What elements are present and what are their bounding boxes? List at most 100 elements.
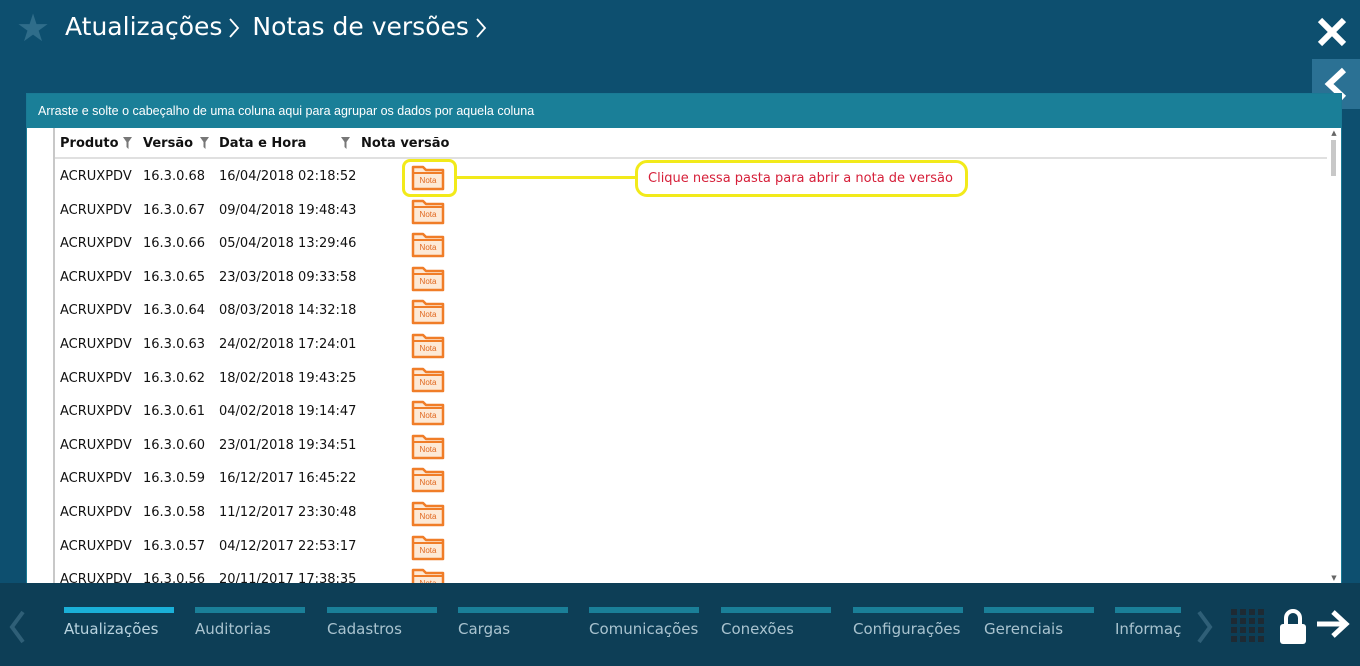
nav-item-cadastros[interactable]: Cadastros bbox=[327, 607, 437, 647]
column-header-data-hora[interactable]: Data e Hora bbox=[219, 136, 306, 151]
cell-data-hora: 16/12/2017 16:45:22 bbox=[219, 471, 357, 487]
folder-icon[interactable]: Nota bbox=[411, 297, 445, 325]
vertical-scrollbar[interactable]: ▲ ▼ bbox=[1327, 128, 1341, 583]
cell-produto: ACRUXPDV bbox=[60, 303, 132, 319]
folder-icon[interactable]: Nota bbox=[411, 499, 445, 527]
star-icon[interactable]: ★ bbox=[16, 9, 52, 47]
breadcrumb-item-atualizacoes[interactable]: Atualizações bbox=[65, 12, 222, 41]
column-header-versao[interactable]: Versão bbox=[143, 136, 193, 151]
filter-icon[interactable] bbox=[200, 137, 209, 149]
bottom-nav: Atualizações Auditorias Cadastros Cargas Com… bbox=[0, 583, 1360, 666]
arrow-right-icon[interactable] bbox=[1315, 609, 1351, 639]
table-row[interactable]: ACRUXPDV 16.3.0.67 09/04/2018 19:48:43 Nota bbox=[55, 193, 1327, 227]
nav-indicator bbox=[1115, 607, 1181, 613]
cell-versao: 16.3.0.68 bbox=[143, 169, 206, 184]
release-notes-panel: Arraste e solte o cabeçalho de uma colun… bbox=[26, 93, 1342, 583]
folder-icon[interactable]: Nota bbox=[411, 398, 445, 426]
cell-versao: 16.3.0.60 bbox=[143, 437, 206, 453]
folder-label: Nota bbox=[419, 411, 437, 421]
folder-icon[interactable]: Nota bbox=[411, 331, 445, 359]
cell-data-hora: 11/12/2017 23:30:48 bbox=[219, 504, 357, 520]
folder-icon[interactable]: Nota bbox=[411, 566, 445, 583]
table-row[interactable]: ACRUXPDV 16.3.0.59 16/12/2017 16:45:22 Nota bbox=[55, 461, 1327, 495]
group-by-hint[interactable]: Arraste e solte o cabeçalho de uma colun… bbox=[27, 94, 1341, 128]
table-row[interactable]: ACRUXPDV 16.3.0.60 23/01/2018 19:34:51 Nota bbox=[55, 428, 1327, 462]
nav-indicator bbox=[721, 607, 831, 613]
close-icon[interactable] bbox=[1314, 14, 1350, 50]
folder-icon[interactable]: Nota bbox=[411, 230, 445, 258]
grid-header: Produto Versão Data e Hora Nota versão bbox=[55, 128, 1327, 159]
cell-data-hora: 09/04/2018 19:48:43 bbox=[219, 202, 357, 218]
nav-indicator bbox=[589, 607, 699, 613]
cell-versao: 16.3.0.67 bbox=[143, 202, 206, 218]
column-header-produto[interactable]: Produto bbox=[60, 136, 119, 151]
highlight-box bbox=[402, 159, 457, 197]
scroll-up-icon[interactable]: ▲ bbox=[1329, 129, 1339, 137]
scroll-thumb[interactable] bbox=[1331, 140, 1336, 176]
table-row[interactable]: ACRUXPDV 16.3.0.61 04/02/2018 19:14:47 Nota bbox=[55, 394, 1327, 428]
nav-item-atualizacoes[interactable]: Atualizações bbox=[64, 607, 174, 647]
cell-data-hora: 04/12/2017 22:53:17 bbox=[219, 538, 357, 554]
nav-item-cargas[interactable]: Cargas bbox=[458, 607, 568, 647]
column-header-nota-versao[interactable]: Nota versão bbox=[361, 136, 449, 151]
chevron-right-icon[interactable] bbox=[1196, 609, 1214, 645]
cell-versao: 16.3.0.57 bbox=[143, 538, 206, 554]
nav-label: Auditorias bbox=[195, 620, 271, 638]
folder-icon[interactable]: Nota bbox=[411, 465, 445, 493]
table-row[interactable]: ACRUXPDV 16.3.0.62 18/02/2018 19:43:25 Nota bbox=[55, 361, 1327, 395]
breadcrumb-item-notas[interactable]: Notas de versões bbox=[252, 12, 468, 41]
table-row[interactable]: ACRUXPDV 16.3.0.68 16/04/2018 02:18:52 Nota… bbox=[55, 159, 1327, 197]
table-row[interactable]: ACRUXPDV 16.3.0.64 08/03/2018 14:32:18 Nota bbox=[55, 293, 1327, 327]
grid-icon[interactable] bbox=[1231, 609, 1265, 643]
chevron-left-icon[interactable] bbox=[8, 609, 26, 645]
cell-produto: ACRUXPDV bbox=[60, 236, 132, 252]
nav-item-comunicacoes[interactable]: Comunicações bbox=[589, 607, 699, 647]
cell-data-hora: 08/03/2018 14:32:18 bbox=[219, 303, 357, 319]
cell-data-hora: 23/03/2018 09:33:58 bbox=[219, 269, 357, 285]
lock-icon[interactable] bbox=[1278, 607, 1308, 645]
callout-annotation: Clique nessa pasta para abrir a nota de … bbox=[635, 160, 968, 197]
folder-label: Nota bbox=[419, 343, 437, 353]
release-grid: Produto Versão Data e Hora Nota versão A… bbox=[27, 128, 1341, 583]
folder-icon[interactable]: Nota bbox=[411, 365, 445, 393]
cell-produto: ACRUXPDV bbox=[60, 572, 132, 583]
table-row[interactable]: ACRUXPDV 16.3.0.66 05/04/2018 13:29:46 Nota bbox=[55, 226, 1327, 260]
folder-icon[interactable]: Nota bbox=[411, 533, 445, 561]
row-indicator-column bbox=[27, 128, 55, 583]
nav-label: Informações bbox=[1115, 620, 1181, 638]
folder-icon[interactable]: Nota bbox=[411, 197, 445, 225]
nav-label: Comunicações bbox=[589, 620, 699, 638]
nav-item-informacoes[interactable]: Informações bbox=[1115, 607, 1181, 647]
folder-label: Nota bbox=[419, 377, 437, 387]
cell-versao: 16.3.0.59 bbox=[143, 471, 206, 487]
cell-versao: 16.3.0.58 bbox=[143, 504, 206, 520]
cell-produto: ACRUXPDV bbox=[60, 471, 132, 487]
table-row[interactable]: ACRUXPDV 16.3.0.58 11/12/2017 23:30:48 Nota bbox=[55, 495, 1327, 529]
table-row[interactable]: ACRUXPDV 16.3.0.57 04/12/2017 22:53:17 Nota bbox=[55, 529, 1327, 563]
cell-versao: 16.3.0.62 bbox=[143, 370, 206, 386]
folder-label: Nota bbox=[419, 310, 437, 320]
cell-produto: ACRUXPDV bbox=[60, 504, 132, 520]
cell-data-hora: 23/01/2018 19:34:51 bbox=[219, 437, 357, 453]
table-row[interactable]: ACRUXPDV 16.3.0.65 23/03/2018 09:33:58 Nota bbox=[55, 260, 1327, 294]
filter-icon[interactable] bbox=[123, 137, 132, 149]
folder-label: Nota bbox=[419, 511, 437, 521]
filter-icon[interactable] bbox=[341, 137, 350, 149]
folder-label: Nota bbox=[419, 545, 437, 555]
scroll-down-icon[interactable]: ▼ bbox=[1329, 574, 1339, 582]
table-row[interactable]: ACRUXPDV 16.3.0.56 20/11/2017 17:38:35 Nota bbox=[55, 562, 1327, 583]
folder-label: Nota bbox=[419, 444, 437, 454]
nav-label: Configurações bbox=[853, 620, 961, 638]
folder-label: Nota bbox=[419, 276, 437, 286]
nav-label: Cadastros bbox=[327, 620, 402, 638]
grid-rows: ACRUXPDV 16.3.0.68 16/04/2018 02:18:52 Nota… bbox=[55, 159, 1327, 583]
folder-icon[interactable]: Nota bbox=[411, 264, 445, 292]
table-row[interactable]: ACRUXPDV 16.3.0.63 24/02/2018 17:24:01 Nota bbox=[55, 327, 1327, 361]
cell-versao: 16.3.0.66 bbox=[143, 236, 206, 252]
folder-icon[interactable]: Nota bbox=[411, 432, 445, 460]
nav-item-auditorias[interactable]: Auditorias bbox=[195, 607, 305, 647]
nav-item-conexoes[interactable]: Conexões bbox=[721, 607, 831, 647]
nav-item-gerenciais[interactable]: Gerenciais bbox=[984, 607, 1094, 647]
nav-item-configuracoes[interactable]: Configurações bbox=[853, 607, 963, 647]
cell-versao: 16.3.0.61 bbox=[143, 404, 206, 420]
